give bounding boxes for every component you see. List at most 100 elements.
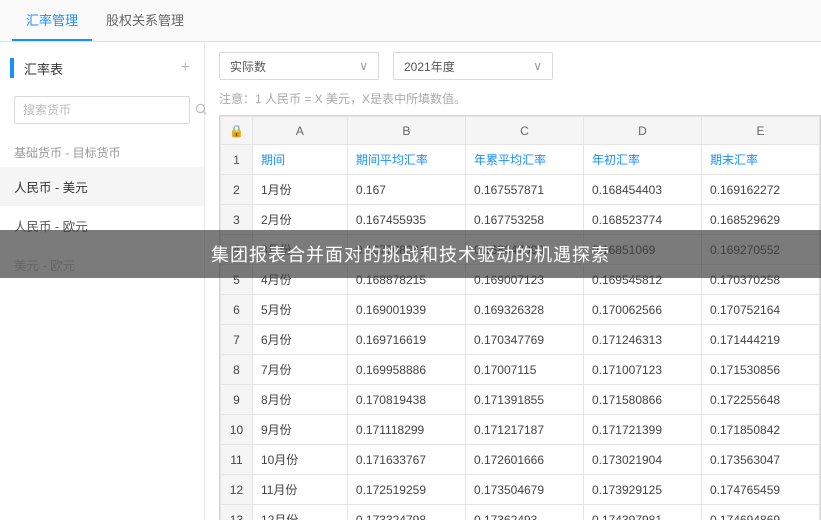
data-cell[interactable]: 0.16851069 — [583, 235, 701, 265]
data-cell[interactable]: 0.171444219 — [701, 325, 819, 355]
row-number: 6 — [221, 295, 253, 325]
data-cell[interactable]: 9月份 — [252, 415, 347, 445]
data-cell[interactable]: 0.171580866 — [583, 385, 701, 415]
data-cell[interactable]: 0.171721399 — [583, 415, 701, 445]
data-cell[interactable]: 0.170752164 — [701, 295, 819, 325]
currency-group-label: 基础货币 - 目标货币 — [0, 138, 204, 167]
data-cell[interactable]: 0.167753258 — [465, 205, 583, 235]
tab-equity-mgmt[interactable]: 股权关系管理 — [92, 0, 198, 41]
table-row: 98月份0.1708194380.1713918550.1715808660.1… — [221, 385, 820, 415]
data-cell[interactable]: 0.168529629 — [701, 205, 819, 235]
data-cell[interactable]: 0.168523774 — [583, 205, 701, 235]
data-cell[interactable]: 0.167708341 — [347, 235, 465, 265]
data-cell[interactable]: 0.170370258 — [701, 265, 819, 295]
data-cell[interactable]: 11月份 — [252, 475, 347, 505]
sidebar-header: 汇率表 + — [0, 50, 204, 86]
data-cell[interactable]: 0.173563047 — [701, 445, 819, 475]
row-number: 12 — [221, 475, 253, 505]
accent-bar — [10, 58, 14, 78]
data-cell[interactable]: 0.171391855 — [465, 385, 583, 415]
chevron-down-icon: ∨ — [533, 59, 542, 73]
data-cell[interactable]: 0.167557871 — [465, 175, 583, 205]
data-cell[interactable]: 0.169001939 — [347, 295, 465, 325]
data-cell[interactable]: 0.168454403 — [583, 175, 701, 205]
header-cell[interactable]: 期间 — [252, 145, 347, 175]
data-cell[interactable]: 0.171850842 — [701, 415, 819, 445]
tab-rate-mgmt[interactable]: 汇率管理 — [12, 0, 92, 41]
currency-list: 人民币 - 美元 人民币 - 欧元 美元 - 欧元 — [0, 167, 204, 284]
row-number: 2 — [221, 175, 253, 205]
add-rate-button[interactable]: + — [181, 59, 190, 77]
header-cell[interactable]: 期末汇率 — [701, 145, 819, 175]
data-cell[interactable]: 2月份 — [252, 205, 347, 235]
data-cell[interactable]: 5月份 — [252, 295, 347, 325]
search-box[interactable] — [14, 96, 190, 124]
table-row: 21月份0.1670.1675578710.1684544030.1691622… — [221, 175, 820, 205]
select-actual[interactable]: 实际数 ∨ — [219, 52, 379, 80]
row-number: 1 — [221, 145, 253, 175]
note-text: 注意：1 人民币 = X 美元，X是表中所填数值。 — [219, 90, 821, 107]
col-letter: E — [701, 117, 819, 145]
sidebar-title: 汇率表 — [24, 59, 181, 78]
data-cell[interactable]: 0.173021904 — [583, 445, 701, 475]
data-cell[interactable]: 0.169958886 — [347, 355, 465, 385]
currency-item-rmb-usd[interactable]: 人民币 - 美元 — [0, 167, 204, 206]
data-cell[interactable]: 0.17007115 — [465, 355, 583, 385]
data-cell[interactable]: 1月份 — [252, 175, 347, 205]
data-cell[interactable]: 0.167455935 — [347, 205, 465, 235]
select-actual-value: 实际数 — [230, 58, 266, 75]
table-row: 1211月份0.1725192590.1735046790.1739291250… — [221, 475, 820, 505]
data-cell[interactable]: 3月份 — [252, 235, 347, 265]
col-letter: B — [347, 117, 465, 145]
data-cell[interactable]: 0.170819438 — [347, 385, 465, 415]
row-number: 9 — [221, 385, 253, 415]
select-year[interactable]: 2021年度 ∨ — [393, 52, 553, 80]
data-cell[interactable]: 0.167 — [347, 175, 465, 205]
header-cell[interactable]: 期间平均汇率 — [347, 145, 465, 175]
data-cell[interactable]: 7月份 — [252, 355, 347, 385]
data-cell[interactable]: 0.173929125 — [583, 475, 701, 505]
row-number: 5 — [221, 265, 253, 295]
data-cell[interactable]: 0.169270552 — [701, 235, 819, 265]
data-cell[interactable]: 0.171633767 — [347, 445, 465, 475]
table-row: 54月份0.1688782150.1690071230.1695458120.1… — [221, 265, 820, 295]
currency-item-usd-eur[interactable]: 美元 - 欧元 — [0, 245, 204, 284]
data-cell[interactable]: 0.168847093 — [465, 235, 583, 265]
data-cell[interactable]: 4月份 — [252, 265, 347, 295]
search-input[interactable] — [15, 103, 186, 117]
data-cell[interactable]: 0.172255648 — [701, 385, 819, 415]
data-cell[interactable]: 8月份 — [252, 385, 347, 415]
data-cell[interactable]: 0.173504679 — [465, 475, 583, 505]
data-cell[interactable]: 0.169545812 — [583, 265, 701, 295]
data-cell[interactable]: 0.171007123 — [583, 355, 701, 385]
data-cell[interactable]: 0.169162272 — [701, 175, 819, 205]
data-cell[interactable]: 0.171118299 — [347, 415, 465, 445]
data-cell[interactable]: 6月份 — [252, 325, 347, 355]
data-cell[interactable]: 0.169007123 — [465, 265, 583, 295]
header-cell[interactable]: 年初汇率 — [583, 145, 701, 175]
chevron-down-icon: ∨ — [359, 59, 368, 73]
col-letter-row: 🔒 A B C D E — [221, 117, 820, 145]
data-cell[interactable]: 0.171246313 — [583, 325, 701, 355]
table-row: 43月份0.1677083410.1688470930.168510690.16… — [221, 235, 820, 265]
col-letter: A — [252, 117, 347, 145]
sidebar: 汇率表 + 基础货币 - 目标货币 人民币 - 美元 人民币 - 欧元 美元 -… — [0, 42, 205, 520]
lock-icon: 🔒 — [221, 117, 253, 145]
row-number: 7 — [221, 325, 253, 355]
data-cell[interactable]: 0.171217187 — [465, 415, 583, 445]
data-cell[interactable]: 0.172519259 — [347, 475, 465, 505]
table-row: 32月份0.1674559350.1677532580.1685237740.1… — [221, 205, 820, 235]
data-cell[interactable]: 0.174765459 — [701, 475, 819, 505]
row-number: 10 — [221, 415, 253, 445]
rate-table: 🔒 A B C D E 1期间期间平均汇率年累平均汇率年初汇率期末汇率21月份0… — [220, 116, 820, 520]
currency-item-rmb-eur[interactable]: 人民币 - 欧元 — [0, 206, 204, 245]
data-cell[interactable]: 0.172601666 — [465, 445, 583, 475]
data-cell[interactable]: 0.171530856 — [701, 355, 819, 385]
header-cell[interactable]: 年累平均汇率 — [465, 145, 583, 175]
data-cell[interactable]: 0.169326328 — [465, 295, 583, 325]
data-cell[interactable]: 0.170347769 — [465, 325, 583, 355]
data-cell[interactable]: 10月份 — [252, 445, 347, 475]
data-cell[interactable]: 0.170062566 — [583, 295, 701, 325]
data-cell[interactable]: 0.169716619 — [347, 325, 465, 355]
data-cell[interactable]: 0.168878215 — [347, 265, 465, 295]
